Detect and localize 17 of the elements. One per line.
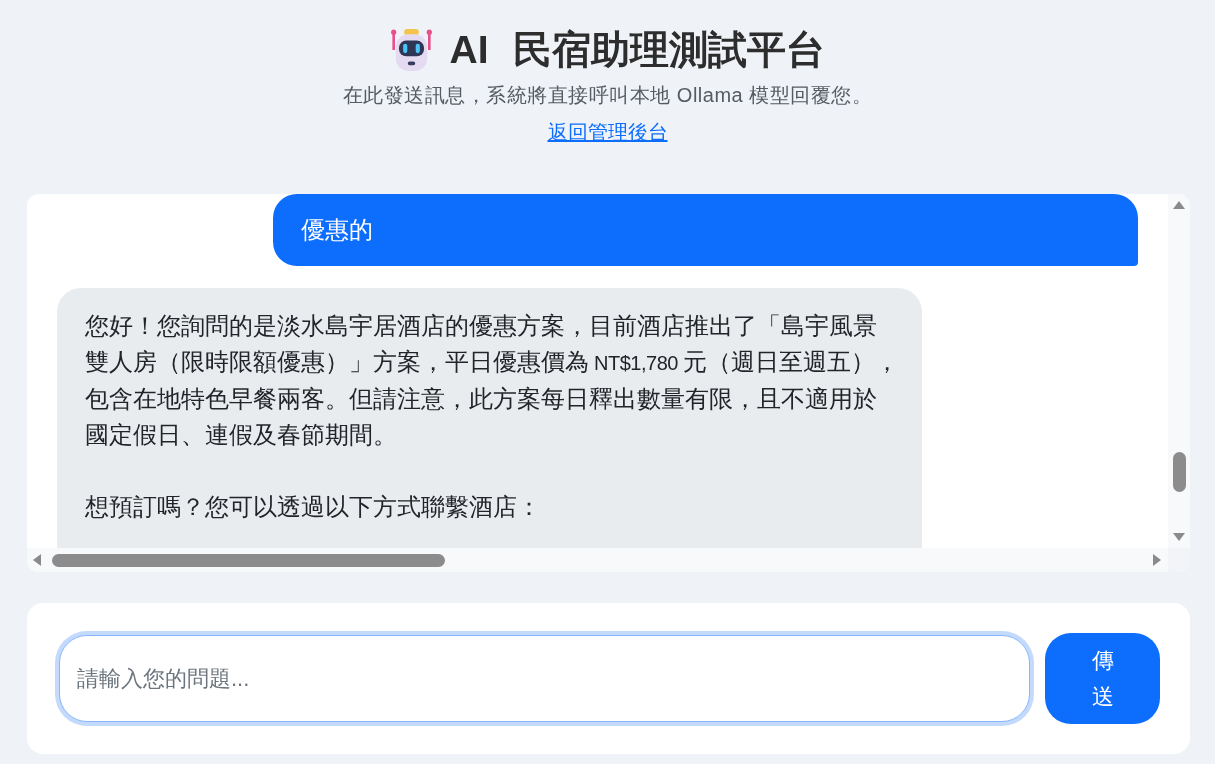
back-to-admin-link[interactable]: 返回管理後台 <box>547 119 668 145</box>
robot-icon <box>389 28 433 72</box>
scroll-down-arrow-icon[interactable] <box>1173 533 1185 541</box>
assistant-message-text: 您好！您詢問的是淡水島宇居酒店的優惠方案，目前酒店推出了「島宇風景雙人房（限時限額優惠）」方案，平日優惠價為 NT$1,780 元（週日至週五），包含在地特色早餐兩客。但請注意，此方案每日釋出數量有限，且不適用於國定假日、連假及春節期間。 <box>85 311 900 450</box>
user-message: 優惠的 <box>273 194 1138 266</box>
scrollbar-thumb[interactable] <box>52 553 445 567</box>
page-title: AI 民宿助理測試平台 <box>449 27 826 73</box>
message-input[interactable]: 請輸入您的問題... <box>59 635 1030 722</box>
send-button[interactable]: 傳送 <box>1045 633 1160 724</box>
vertical-scrollbar[interactable] <box>1168 194 1190 548</box>
assistant-message-text: 想預訂嗎？您可以透過以下方式聯繫酒店： <box>85 492 542 522</box>
scroll-right-arrow-icon[interactable] <box>1153 554 1161 566</box>
scroll-up-arrow-icon[interactable] <box>1173 201 1185 209</box>
scroll-left-arrow-icon[interactable] <box>33 554 41 566</box>
horizontal-scrollbar[interactable] <box>27 548 1168 572</box>
scrollbar-thumb[interactable] <box>1172 452 1186 492</box>
page-subtitle: 在此發送訊息，系統將直接呼叫本地 Ollama 模型回覆您。 <box>342 83 873 108</box>
